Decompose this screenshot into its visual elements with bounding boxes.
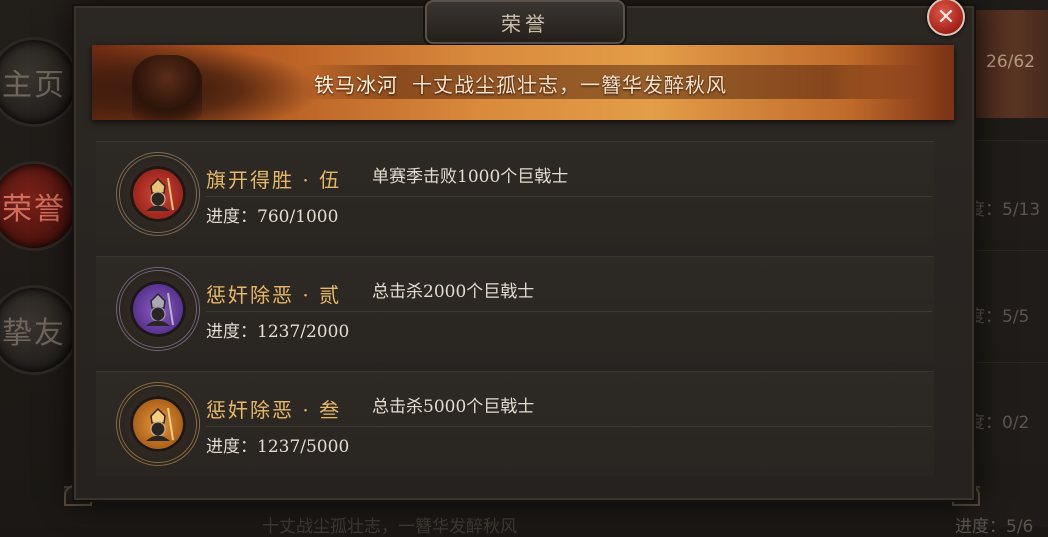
background-banner-count: 26/62: [986, 52, 1035, 72]
achievement-progress: 进度：1237/5000: [206, 437, 350, 457]
background-bottom-subtitle: 十丈战尘孤壮志，一簪华发醉秋风: [262, 517, 517, 537]
badge-core: [130, 281, 186, 337]
achievement-badge: [116, 382, 200, 466]
background-progress-text: 度：5/13: [968, 200, 1041, 220]
nav-honor-button[interactable]: 荣誉: [0, 164, 76, 248]
background-row: [962, 140, 1048, 241]
banner-art: [92, 45, 322, 120]
achievement-row[interactable]: 惩奸除恶 · 贰 总击杀2000个巨戟士 进度：1237/2000: [96, 256, 934, 361]
achievement-progress: 进度：1237/2000: [206, 322, 350, 342]
honor-banner: 铁马冰河 十丈战尘孤壮志，一簪华发醉秋风: [92, 45, 954, 120]
achievement-list: 旗开得胜 · 伍 单赛季击败1000个巨戟士 进度：760/1000 惩奸除恶 …: [96, 141, 934, 486]
close-icon: ✕: [936, 4, 956, 30]
side-nav: 主页 荣誉 挚友: [0, 0, 80, 527]
achievement-description: 单赛季击败1000个巨戟士: [372, 167, 569, 187]
achievement-name: 旗开得胜 · 伍: [206, 168, 342, 192]
background-progress-text: 度：5/5: [968, 307, 1030, 327]
badge-core: [130, 396, 186, 452]
banner-subtitle: 十丈战尘孤壮志，一簪华发醉秋风: [412, 73, 727, 97]
achievement-badge: [116, 267, 200, 351]
achievement-name: 惩奸除恶 · 叁: [206, 398, 342, 422]
achievement-description: 总击杀2000个巨戟士: [372, 282, 535, 302]
background-progress-text: 度：0/2: [968, 413, 1030, 433]
achievement-progress: 进度：760/1000: [206, 207, 339, 227]
general-portrait-icon: [132, 55, 202, 120]
row-divider: [206, 196, 932, 197]
soldier-helmet-icon: [146, 292, 174, 326]
nav-home-button[interactable]: 主页: [0, 40, 76, 124]
badge-core: [130, 166, 186, 222]
modal-title: 荣誉: [425, 0, 625, 44]
achievement-row[interactable]: 旗开得胜 · 伍 单赛季击败1000个巨戟士 进度：760/1000: [96, 141, 934, 246]
achievement-badge: [116, 152, 200, 236]
soldier-helmet-icon: [146, 177, 174, 211]
banner-title: 铁马冰河: [314, 73, 398, 97]
row-divider: [206, 311, 932, 312]
banner-text: 铁马冰河 十丈战尘孤壮志，一簪华发醉秋风: [314, 69, 727, 98]
nav-friends-button[interactable]: 挚友: [0, 288, 76, 372]
achievement-name: 惩奸除恶 · 贰: [206, 283, 342, 307]
achievement-description: 总击杀5000个巨戟士: [372, 397, 535, 417]
soldier-helmet-icon: [146, 407, 174, 441]
row-divider: [206, 426, 932, 427]
background-progress-text: 进度：5/6: [955, 517, 1034, 537]
achievement-row[interactable]: 惩奸除恶 · 叁 总击杀5000个巨戟士 进度：1237/5000: [96, 371, 934, 476]
background-row: [962, 250, 1048, 351]
